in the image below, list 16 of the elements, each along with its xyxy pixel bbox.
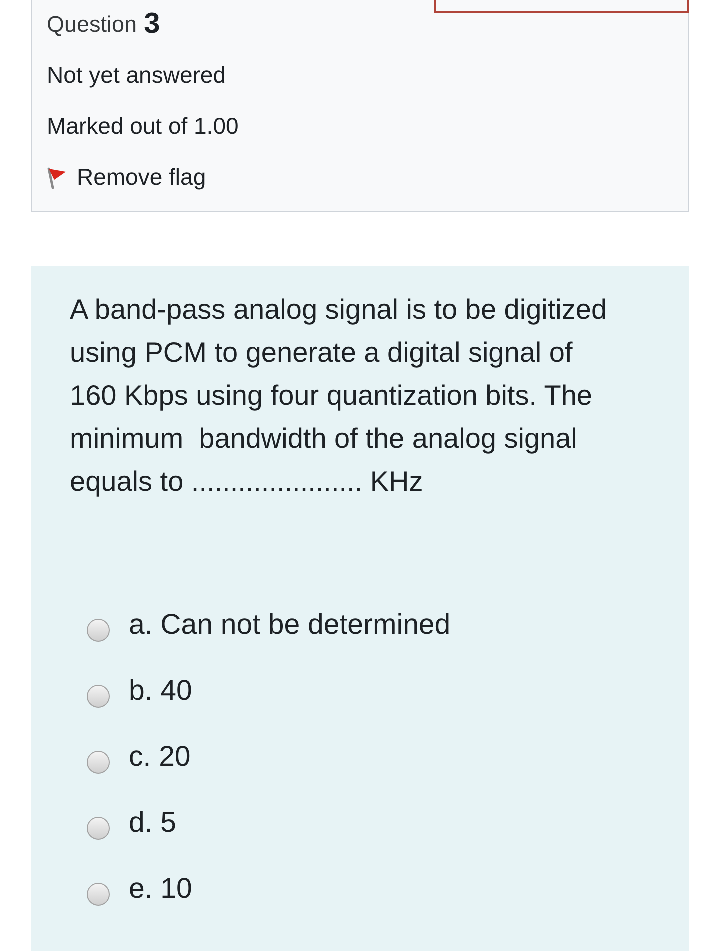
option-label[interactable]: a. Can not be determined xyxy=(129,604,451,646)
radio-button[interactable] xyxy=(87,618,110,642)
remove-flag-link[interactable]: Remove flag xyxy=(47,160,206,195)
radio-button[interactable] xyxy=(87,882,110,906)
radio-button[interactable] xyxy=(87,816,110,840)
radio-button[interactable] xyxy=(87,684,110,708)
option-label[interactable]: e. 10 xyxy=(129,868,192,910)
question-label: Question xyxy=(47,10,138,39)
radio-button[interactable] xyxy=(87,750,110,774)
option-label[interactable]: c. 20 xyxy=(129,736,191,778)
marks-text: Marked out of 1.00 xyxy=(47,112,239,142)
question-number: 3 xyxy=(144,10,160,39)
option-label[interactable]: d. 5 xyxy=(129,802,177,844)
option-label[interactable]: b. 40 xyxy=(129,670,192,712)
status-text: Not yet answered xyxy=(47,61,226,90)
question-text: A band-pass analog signal is to be digitized using PCM to generate a digital signal of 160 Kbps using four quantization bits. The minimum bandwidth of the analog signal equals to ...................... KHz xyxy=(70,293,608,499)
